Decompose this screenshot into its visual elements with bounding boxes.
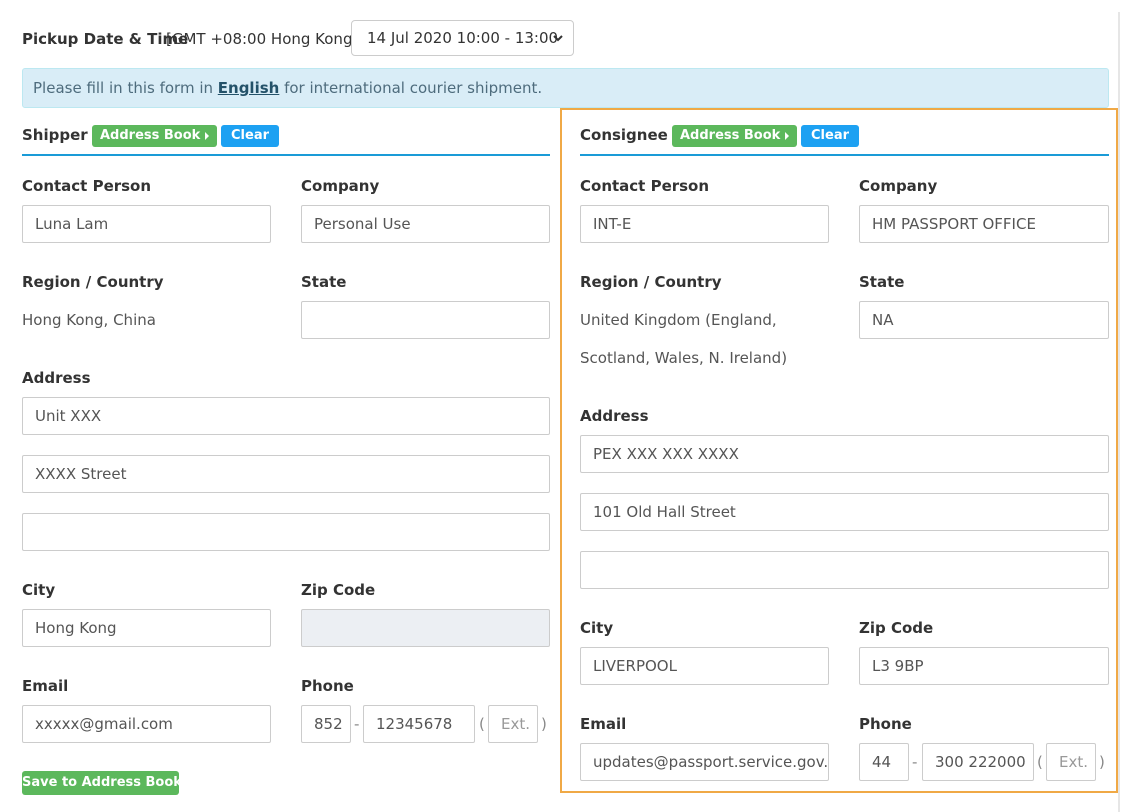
consignee-email-input[interactable]: updates@passport.service.gov.u xyxy=(580,743,829,781)
shipper-address-line1-input[interactable]: Unit XXX xyxy=(22,397,550,435)
consignee-region-line2: Scotland, Wales, N. Ireland) xyxy=(580,349,788,367)
shipper-clear-button[interactable]: Clear xyxy=(221,125,279,147)
shipper-email-label: Email xyxy=(22,677,69,695)
consignee-phone-dash: - xyxy=(912,753,918,771)
consignee-region-label: Region / Country xyxy=(580,273,722,291)
shipper-region-label: Region / Country xyxy=(22,273,164,291)
shipper-company-input[interactable]: Personal Use xyxy=(301,205,550,243)
caret-right-icon xyxy=(205,132,210,140)
shipper-region-value: Hong Kong, China xyxy=(22,311,156,329)
shipper-zip-input[interactable] xyxy=(301,609,550,647)
consignee-clear-button[interactable]: Clear xyxy=(801,125,859,147)
shipper-address-line2-input[interactable]: XXXX Street xyxy=(22,455,550,493)
consignee-divider xyxy=(580,154,1109,156)
shipper-city-label: City xyxy=(22,581,56,599)
shipper-phone-label: Phone xyxy=(301,677,354,695)
consignee-contact-label: Contact Person xyxy=(580,177,710,195)
notice-text-after: for international courier shipment. xyxy=(279,79,543,97)
shipper-contact-input[interactable]: Luna Lam xyxy=(22,205,271,243)
consignee-ext-paren-close: ) xyxy=(1099,753,1105,771)
consignee-region-line1: United Kingdom (England, xyxy=(580,311,777,329)
consignee-address-line2-input[interactable]: 101 Old Hall Street xyxy=(580,493,1109,531)
consignee-title: Consignee xyxy=(580,126,668,144)
address-book-label: Address Book xyxy=(100,128,201,143)
shipper-address-book-button[interactable]: Address Book xyxy=(92,125,218,147)
caret-right-icon xyxy=(785,132,790,140)
shipper-divider xyxy=(22,154,550,156)
chevron-down-icon xyxy=(553,35,563,42)
consignee-phone-code-input[interactable]: 44 xyxy=(859,743,909,781)
consignee-zip-label: Zip Code xyxy=(859,619,934,637)
consignee-company-label: Company xyxy=(859,177,938,195)
shipper-ext-paren-close: ) xyxy=(541,715,547,733)
shipper-zip-label: Zip Code xyxy=(301,581,376,599)
consignee-company-input[interactable]: HM PASSPORT OFFICE xyxy=(859,205,1109,243)
shipper-title: Shipper xyxy=(22,126,88,144)
shipper-ext-input[interactable]: Ext. xyxy=(488,705,538,743)
consignee-state-input[interactable]: NA xyxy=(859,301,1109,339)
shipper-company-label: Company xyxy=(301,177,380,195)
shipper-address-label: Address xyxy=(22,369,91,387)
consignee-address-line3-input[interactable] xyxy=(580,551,1109,589)
shipper-phone-code-input[interactable]: 852 xyxy=(301,705,351,743)
shipper-phone-dash: - xyxy=(354,715,360,733)
pickup-label: Pickup Date & Time xyxy=(22,30,189,48)
consignee-address-line1-input[interactable]: PEX XXX XXX XXXX xyxy=(580,435,1109,473)
pickup-timezone: [GMT +08:00 Hong Kong] xyxy=(166,30,359,48)
english-link[interactable]: English xyxy=(218,79,280,97)
shipper-state-label: State xyxy=(301,273,347,291)
address-book-label: Address Book xyxy=(680,128,781,143)
pickup-selected-value: 14 Jul 2020 10:00 - 13:00 xyxy=(367,29,559,47)
shipper-state-input[interactable] xyxy=(301,301,550,339)
consignee-address-book-button[interactable]: Address Book xyxy=(672,125,798,147)
consignee-ext-paren-open: ( xyxy=(1037,753,1043,771)
consignee-address-label: Address xyxy=(580,407,649,425)
page-divider xyxy=(1118,12,1120,812)
consignee-phone-label: Phone xyxy=(859,715,912,733)
consignee-ext-input[interactable]: Ext. xyxy=(1046,743,1096,781)
shipper-ext-paren-open: ( xyxy=(479,715,485,733)
shipper-city-input[interactable]: Hong Kong xyxy=(22,609,271,647)
save-to-address-book-button[interactable]: Save to Address Book xyxy=(22,771,182,795)
consignee-zip-input[interactable]: L3 9BP xyxy=(859,647,1109,685)
consignee-phone-number-input[interactable]: 300 222000 xyxy=(922,743,1034,781)
consignee-city-input[interactable]: LIVERPOOL xyxy=(580,647,829,685)
consignee-contact-input[interactable]: INT-E xyxy=(580,205,829,243)
consignee-state-label: State xyxy=(859,273,905,291)
shipper-contact-label: Contact Person xyxy=(22,177,152,195)
consignee-email-label: Email xyxy=(580,715,627,733)
shipper-email-input[interactable]: xxxxx@gmail.com xyxy=(22,705,271,743)
consignee-city-label: City xyxy=(580,619,614,637)
notice-text-before: Please fill in this form in xyxy=(33,79,218,97)
info-notice: Please fill in this form in English for … xyxy=(22,68,1109,108)
pickup-datetime-select[interactable]: 14 Jul 2020 10:00 - 13:00 xyxy=(351,20,574,56)
shipper-phone-number-input[interactable]: 12345678 xyxy=(363,705,475,743)
shipper-address-line3-input[interactable] xyxy=(22,513,550,551)
